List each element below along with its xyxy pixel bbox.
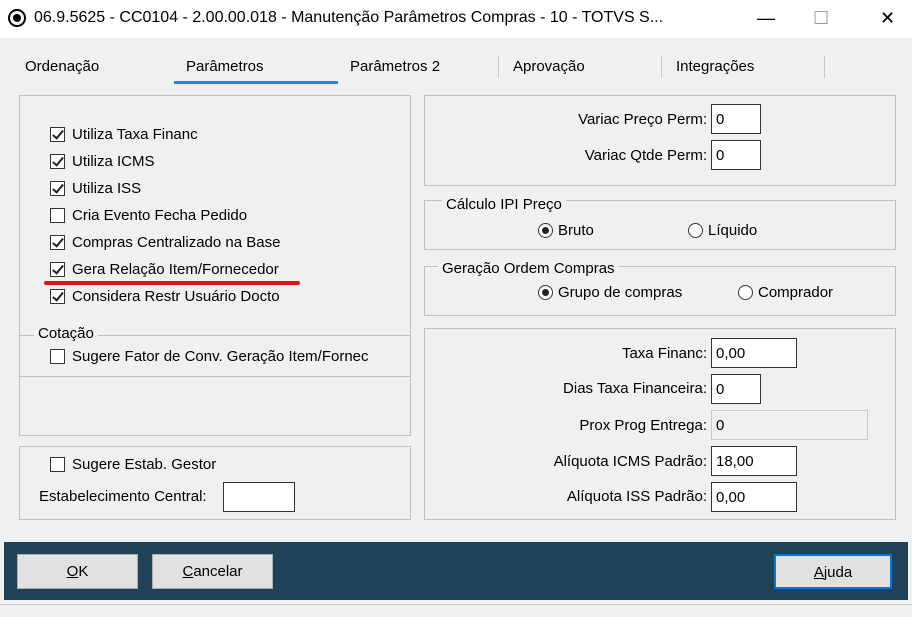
checkbox-label: Gera Relação Item/Fornecedor (72, 261, 279, 278)
variac-preco-label: Variac Preço Perm: (578, 111, 707, 128)
ok-button[interactable]: OK (17, 554, 138, 589)
radio-grupo-de-compras[interactable] (538, 285, 553, 300)
checkbox-cria-evento-fecha-pedido[interactable] (50, 208, 65, 223)
button-bar (4, 542, 908, 600)
title-bar: 06.9.5625 - CC0104 - 2.00.00.018 - Manut… (0, 0, 912, 38)
checkbox-gera-relacao-item-fornecedor[interactable] (50, 262, 65, 277)
prox-prog-entrega-input: 0 (711, 410, 868, 440)
checkbox-label: Considera Restr Usuário Docto (72, 288, 280, 305)
checkbox-label: Compras Centralizado na Base (72, 234, 281, 251)
ok-button-label-rest: K (78, 563, 89, 580)
checkbox-utiliza-taxa-financ[interactable] (50, 127, 65, 142)
tab-separator (824, 56, 825, 78)
variac-qtde-input[interactable]: 0 (711, 140, 761, 170)
cancel-button-accel: C (182, 563, 194, 580)
tab-ordenacao[interactable]: Ordenação (25, 58, 99, 75)
checkbox-label: Sugere Estab. Gestor (72, 456, 217, 473)
checkbox-label: Sugere Fator de Conv. Geração Item/Forne… (72, 348, 369, 365)
help-button[interactable]: Ajuda (774, 554, 892, 589)
ipi-legend: Cálculo IPI Preço (442, 196, 566, 213)
cotacao-legend: Cotação (34, 325, 98, 342)
aliquota-icms-input[interactable]: 18,00 (711, 446, 797, 476)
tab-bar: Ordenação Parâmetros Parâmetros 2 Aprova… (0, 48, 912, 86)
status-divider (0, 604, 912, 605)
app-logo-icon (8, 9, 26, 27)
prox-prog-entrega-label: Prox Prog Entrega: (579, 417, 707, 434)
radio-label: Comprador (758, 284, 834, 301)
checkbox-utiliza-iss[interactable] (50, 181, 65, 196)
taxa-financ-input[interactable]: 0,00 (711, 338, 797, 368)
radio-comprador[interactable] (738, 285, 753, 300)
variac-group (424, 95, 896, 186)
checkbox-label: Utiliza ICMS (72, 153, 155, 170)
radio-label: Grupo de compras (558, 284, 683, 301)
active-tab-indicator (174, 81, 338, 84)
radio-liquido[interactable] (688, 223, 703, 238)
help-button-accel: A (813, 564, 824, 581)
dias-taxa-financeira-input[interactable]: 0 (711, 374, 761, 404)
maximize-icon: ☐ (813, 8, 830, 28)
checkbox-considera-restr-usuario[interactable] (50, 289, 65, 304)
estabelecimento-central-label: Estabelecimento Central: (39, 488, 207, 505)
checkbox-sugere-fator-conv[interactable] (50, 349, 65, 364)
dias-taxa-financeira-label: Dias Taxa Financeira: (563, 380, 707, 397)
minimize-icon[interactable]: — (757, 8, 775, 29)
checkbox-compras-centralizado[interactable] (50, 235, 65, 250)
taxa-financ-label: Taxa Financ: (621, 345, 707, 362)
tab-integracoes[interactable]: Integrações (676, 58, 754, 75)
checkbox-label: Cria Evento Fecha Pedido (72, 207, 248, 224)
radio-label: Bruto (558, 222, 594, 239)
help-button-label-rest: juda (823, 564, 853, 581)
variac-preco-input[interactable]: 0 (711, 104, 761, 134)
aliquota-iss-label: Alíquota ISS Padrão: (566, 488, 707, 505)
divider (20, 376, 410, 377)
cancel-button[interactable]: Cancelar (152, 554, 273, 589)
ok-button-accel: O (66, 563, 79, 580)
close-icon[interactable]: ✕ (880, 8, 895, 29)
tab-parametros[interactable]: Parâmetros (186, 58, 264, 75)
aliquota-iss-input[interactable]: 0,00 (711, 482, 797, 512)
estabelecimento-central-input[interactable] (223, 482, 295, 512)
checkbox-label: Utiliza Taxa Financ (72, 126, 198, 143)
tab-separator (661, 56, 662, 78)
tab-separator (498, 56, 499, 78)
checkbox-utiliza-icms[interactable] (50, 154, 65, 169)
window-title: 06.9.5625 - CC0104 - 2.00.00.018 - Manut… (34, 9, 664, 26)
radio-label: Líquido (708, 222, 758, 239)
variac-qtde-label: Variac Qtde Perm: (584, 147, 707, 164)
ordem-legend: Geração Ordem Compras (438, 260, 619, 277)
aliquota-icms-label: Alíquota ICMS Padrão: (553, 453, 707, 470)
highlight-underline (44, 281, 300, 285)
cancel-button-label-rest: ancelar (193, 563, 243, 580)
checkbox-label: Utiliza ISS (72, 180, 142, 197)
tab-aprovacao[interactable]: Aprovação (513, 58, 585, 75)
radio-bruto[interactable] (538, 223, 553, 238)
tab-parametros-2[interactable]: Parâmetros 2 (350, 58, 440, 75)
checkbox-sugere-estab-gestor[interactable] (50, 457, 65, 472)
